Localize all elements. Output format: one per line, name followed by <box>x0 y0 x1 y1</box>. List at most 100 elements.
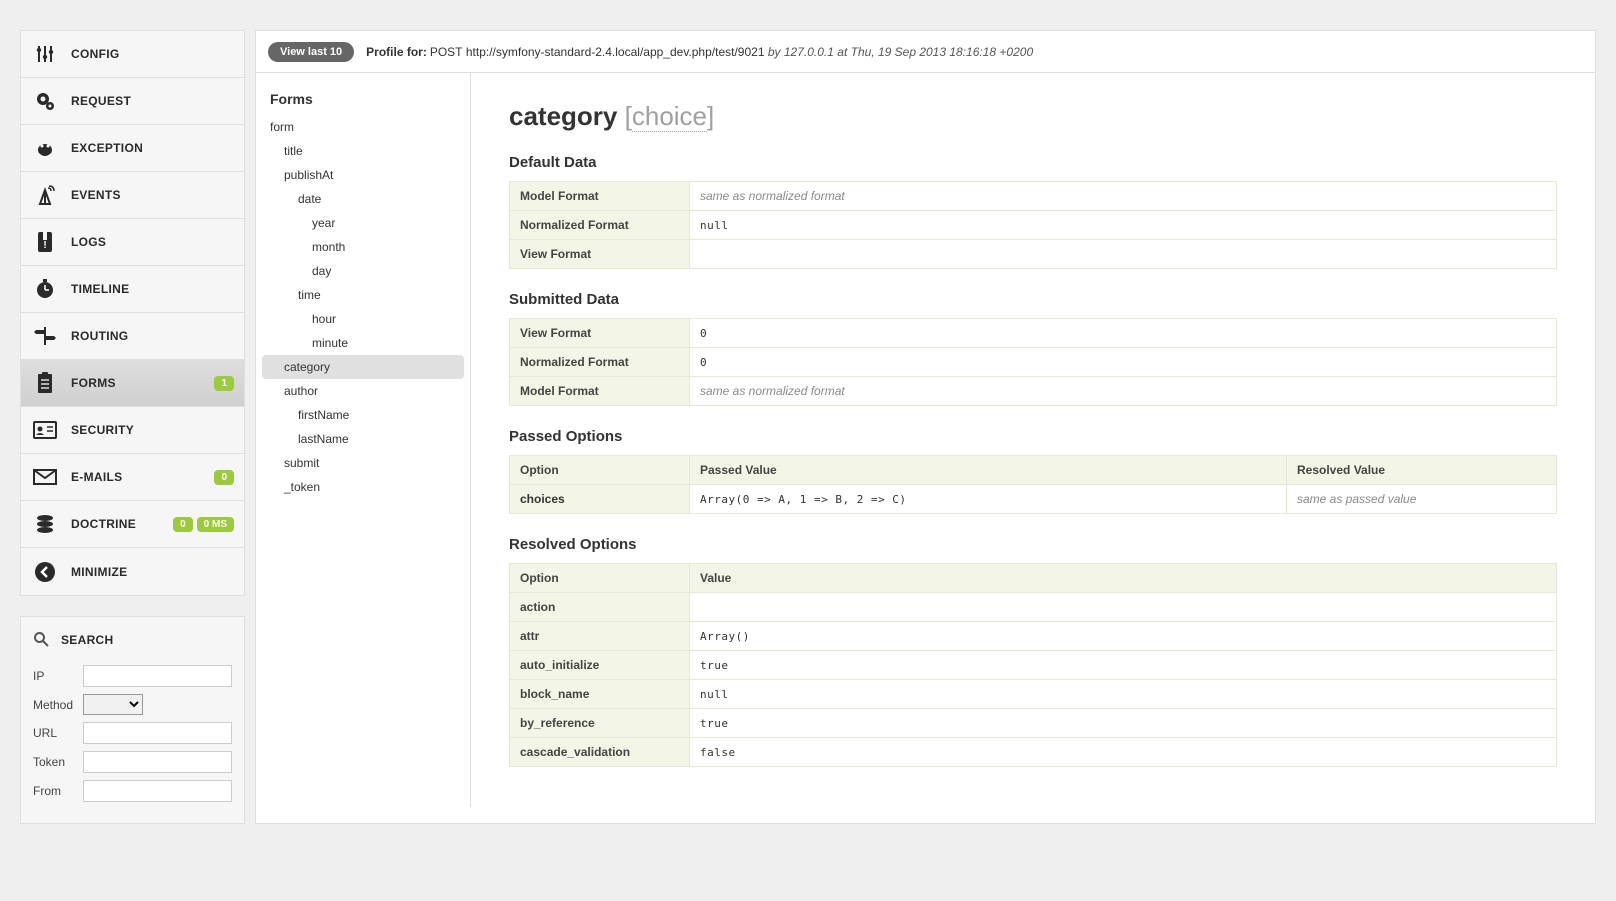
mail-icon <box>31 463 59 491</box>
cell-value <box>690 240 1557 269</box>
token-label: Token <box>33 755 83 769</box>
sidebar-item-label: EVENTS <box>71 188 234 202</box>
from-label: From <box>33 784 83 798</box>
form-tree: Forms formtitlepublishAtdateyearmonthday… <box>256 73 471 807</box>
sidebar-item-routing[interactable]: ROUTING <box>21 313 244 360</box>
sidebar-badge: 0 <box>214 470 234 485</box>
sidebar-item-config[interactable]: CONFIG <box>21 31 244 78</box>
tree-item-date[interactable]: date <box>256 187 470 211</box>
table-row: by_referencetrue <box>510 709 1557 738</box>
table-row: Normalized Formatnull <box>510 211 1557 240</box>
sidebar-item-label: MINIMIZE <box>71 565 234 579</box>
tree-item-minute[interactable]: minute <box>256 331 470 355</box>
sidebar-item-request[interactable]: REQUEST <box>21 78 244 125</box>
table-row: attrArray() <box>510 622 1557 651</box>
from-input[interactable] <box>83 780 232 802</box>
ip-input[interactable] <box>83 665 232 687</box>
svg-text:!: ! <box>43 240 46 251</box>
cell-value: null <box>690 211 1557 240</box>
signpost-icon <box>31 322 59 350</box>
tree-item-day[interactable]: day <box>256 259 470 283</box>
cell-key: View Format <box>510 319 690 348</box>
tree-item-form[interactable]: form <box>256 115 470 139</box>
sidebar-badge: 1 <box>214 376 234 391</box>
table-row: auto_initializetrue <box>510 651 1557 680</box>
table-row: action <box>510 593 1557 622</box>
url-input[interactable] <box>83 722 232 744</box>
cell-value: true <box>690 709 1557 738</box>
cell-option: action <box>510 593 690 622</box>
sidebar-item-label: ROUTING <box>71 329 234 343</box>
cell-key: View Format <box>510 240 690 269</box>
clock-icon <box>31 275 59 303</box>
table-row: cascade_validationfalse <box>510 738 1557 767</box>
tree-item-time[interactable]: time <box>256 283 470 307</box>
sidebar-item-logs[interactable]: ! LOGS <box>21 219 244 266</box>
default-data-table: Model Formatsame as normalized formatNor… <box>509 181 1557 269</box>
cell-key: Normalized Format <box>510 211 690 240</box>
tree-item-title[interactable]: title <box>256 139 470 163</box>
tree-item-year[interactable]: year <box>256 211 470 235</box>
cell-option: choices <box>510 485 690 514</box>
tree-item-author[interactable]: author <box>256 379 470 403</box>
cell-resolved: same as passed value <box>1287 485 1557 514</box>
tree-item-publishAt[interactable]: publishAt <box>256 163 470 187</box>
col-header: Option <box>510 564 690 593</box>
sidebar-item-label: SECURITY <box>71 423 234 437</box>
cell-value: true <box>690 651 1557 680</box>
tree-item-hour[interactable]: hour <box>256 307 470 331</box>
db-icon <box>31 510 59 538</box>
sliders-icon <box>31 40 59 68</box>
cell-option: auto_initialize <box>510 651 690 680</box>
passed-options-table: OptionPassed ValueResolved Value choices… <box>509 455 1557 514</box>
chevron-left-icon <box>31 558 59 586</box>
profile-for-label: Profile for: <box>366 45 427 59</box>
table-row: block_namenull <box>510 680 1557 709</box>
table-row: View Format0 <box>510 319 1557 348</box>
sidebar-item-label: CONFIG <box>71 47 234 61</box>
cell-value: 0 <box>690 319 1557 348</box>
sidebar-item-e-mails[interactable]: E-MAILS 0 <box>21 454 244 501</box>
cell-option: cascade_validation <box>510 738 690 767</box>
id-icon <box>31 416 59 444</box>
submitted-data-table: View Format0Normalized Format0Model Form… <box>509 318 1557 406</box>
profile-url: http://symfony-standard-2.4.local/app_de… <box>466 45 765 59</box>
profile-rest: by 127.0.0.1 at Thu, 19 Sep 2013 18:16:1… <box>768 45 1033 59</box>
sidebar-item-events[interactable]: EVENTS <box>21 172 244 219</box>
default-data-heading: Default Data <box>509 154 1557 171</box>
tree-item-month[interactable]: month <box>256 235 470 259</box>
tree-item-_token[interactable]: _token <box>256 475 470 499</box>
cell-passed: Array(0 => A, 1 => B, 2 => C) <box>690 485 1287 514</box>
method-select[interactable] <box>83 694 143 715</box>
view-last-button[interactable]: View last 10 <box>268 42 354 62</box>
cell-value <box>690 593 1557 622</box>
sidebar-item-minimize[interactable]: MINIMIZE <box>21 548 244 595</box>
method-label: Method <box>33 698 83 712</box>
table-row: Model Formatsame as normalized format <box>510 377 1557 406</box>
book-icon: ! <box>31 228 59 256</box>
url-label: URL <box>33 726 83 740</box>
form-tree-title: Forms <box>256 91 470 115</box>
sidebar-item-label: LOGS <box>71 235 234 249</box>
token-input[interactable] <box>83 751 232 773</box>
sidebar-item-label: FORMS <box>71 376 210 390</box>
tree-item-submit[interactable]: submit <box>256 451 470 475</box>
cell-value: null <box>690 680 1557 709</box>
tree-item-lastName[interactable]: lastName <box>256 427 470 451</box>
sidebar: CONFIG REQUESTEXCEPTION EVENTS! LOGS TIMELIN… <box>20 30 245 824</box>
ip-label: IP <box>33 669 83 683</box>
sidebar-item-exception[interactable]: EXCEPTION <box>21 125 244 172</box>
cell-value: false <box>690 738 1557 767</box>
sidebar-item-security[interactable]: SECURITY <box>21 407 244 454</box>
sidebar-badge: 0 MS <box>197 517 234 532</box>
table-row: Normalized Format0 <box>510 348 1557 377</box>
table-row: choicesArray(0 => A, 1 => B, 2 => C)same… <box>510 485 1557 514</box>
sidebar-item-timeline[interactable]: TIMELINE <box>21 266 244 313</box>
sidebar-item-forms[interactable]: FORMS 1 <box>21 360 244 407</box>
tree-item-category[interactable]: category <box>262 355 464 379</box>
search-panel: SEARCH IP Method URL Token From <box>20 616 245 824</box>
tree-item-firstName[interactable]: firstName <box>256 403 470 427</box>
sidebar-item-doctrine[interactable]: DOCTRINE00 MS <box>21 501 244 548</box>
submitted-data-heading: Submitted Data <box>509 291 1557 308</box>
sidebar-item-label: E-MAILS <box>71 470 210 484</box>
